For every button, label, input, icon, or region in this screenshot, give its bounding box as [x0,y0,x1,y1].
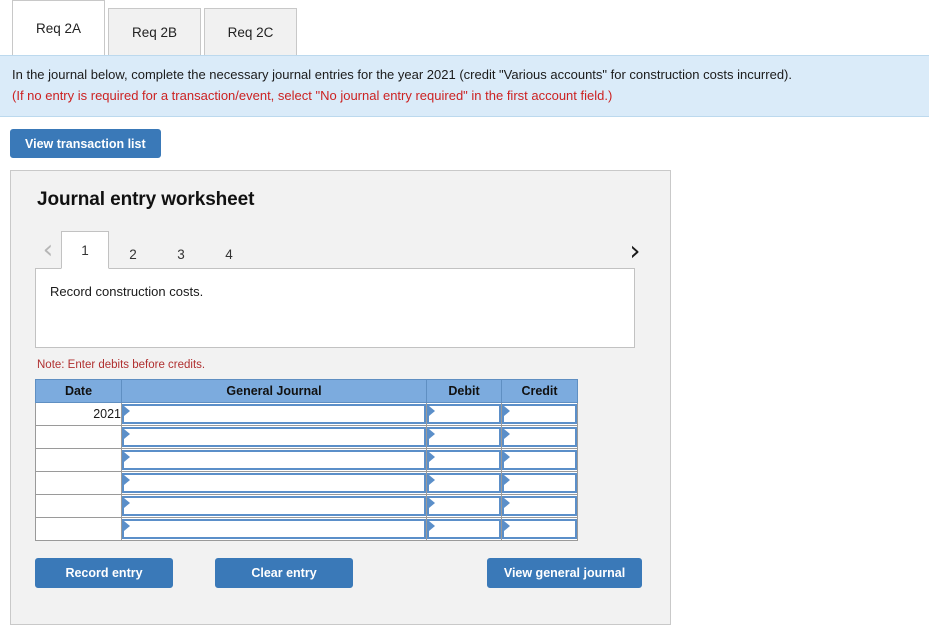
general-journal-cell[interactable] [121,494,427,518]
worksheet-pager: ‹ 1 2 3 4 › [35,231,648,269]
instruction-line-2: (If no entry is required for a transacti… [12,88,613,103]
credit-cell[interactable] [501,448,578,472]
debit-cell[interactable] [426,425,502,449]
credit-cell[interactable] [501,425,578,449]
worksheet-page-4-label: 4 [225,247,233,262]
credit-input[interactable] [502,496,577,516]
date-cell[interactable] [35,425,122,449]
date-cell[interactable]: 2021 [35,402,122,426]
debit-input[interactable] [427,450,501,470]
table-row [35,517,578,541]
view-transaction-list-label: View transaction list [25,136,146,151]
credit-input[interactable] [502,473,577,493]
table-header-row: Date General Journal Debit Credit [35,379,578,403]
tab-req-2b[interactable]: Req 2B [108,8,201,55]
general-journal-cell[interactable] [121,517,427,541]
debit-input[interactable] [427,404,501,424]
worksheet-page-2[interactable]: 2 [109,239,157,269]
general-journal-cell[interactable] [121,448,427,472]
instruction-banner: In the journal below, complete the neces… [0,55,929,117]
tab-req-2a-label: Req 2A [35,20,82,36]
general-journal-input[interactable] [122,473,426,493]
debit-input[interactable] [427,519,501,539]
table-row [35,448,578,472]
debit-cell[interactable] [426,471,502,495]
column-header-general-journal: General Journal [121,379,427,403]
requirement-tabs: Req 2A Req 2B Req 2C [0,0,929,55]
credit-cell[interactable] [501,494,578,518]
general-journal-input[interactable] [122,427,426,447]
credit-input[interactable] [502,519,577,539]
instruction-line-1: In the journal below, complete the neces… [12,67,792,82]
worksheet-title: Journal entry worksheet [37,189,255,210]
credit-cell[interactable] [501,402,578,426]
chevron-left-icon[interactable]: ‹ [35,237,61,269]
debit-input[interactable] [427,427,501,447]
journal-entry-table: Date General Journal Debit Credit 2021 [35,379,578,541]
tab-req-2c[interactable]: Req 2C [204,8,297,55]
view-general-journal-button[interactable]: View general journal [487,558,642,588]
general-journal-input[interactable] [122,450,426,470]
column-header-credit: Credit [501,379,578,403]
table-row: 2021 [35,402,578,426]
worksheet-page-1-label: 1 [81,242,89,258]
debit-cell[interactable] [426,517,502,541]
credit-cell[interactable] [501,471,578,495]
date-cell[interactable] [35,448,122,472]
debit-input[interactable] [427,473,501,493]
date-cell[interactable] [35,494,122,518]
worksheet-page-3[interactable]: 3 [157,239,205,269]
worksheet-actions: Record entry Clear entry View general jo… [35,558,648,590]
debit-input[interactable] [427,496,501,516]
credit-input[interactable] [502,404,577,424]
table-row [35,471,578,495]
worksheet-description-text: Record construction costs. [50,284,204,299]
general-journal-cell[interactable] [121,425,427,449]
debit-cell[interactable] [426,494,502,518]
general-journal-input[interactable] [122,519,426,539]
credit-cell[interactable] [501,517,578,541]
chevron-right-icon[interactable]: › [622,237,648,269]
column-header-date: Date [35,379,122,403]
clear-entry-button[interactable]: Clear entry [215,558,353,588]
credit-input[interactable] [502,427,577,447]
debit-cell[interactable] [426,448,502,472]
worksheet-page-1[interactable]: 1 [61,231,109,269]
worksheet-description-box: Record construction costs. [35,268,635,348]
credit-input[interactable] [502,450,577,470]
general-journal-cell[interactable] [121,402,427,426]
table-row [35,494,578,518]
view-general-journal-label: View general journal [503,566,626,580]
tab-req-2b-label: Req 2B [131,24,178,40]
table-row [35,425,578,449]
general-journal-input[interactable] [122,496,426,516]
record-entry-label: Record entry [65,566,143,580]
journal-entry-worksheet-panel: Journal entry worksheet ‹ 1 2 3 4 › Reco… [10,170,671,625]
worksheet-page-3-label: 3 [177,247,185,262]
date-cell[interactable] [35,517,122,541]
clear-entry-label: Clear entry [251,566,317,580]
view-transaction-list-button[interactable]: View transaction list [10,129,161,158]
record-entry-button[interactable]: Record entry [35,558,173,588]
tab-req-2a[interactable]: Req 2A [12,0,105,55]
debits-before-credits-note: Note: Enter debits before credits. [37,359,206,371]
worksheet-page-2-label: 2 [129,247,137,262]
debit-cell[interactable] [426,402,502,426]
tab-req-2c-label: Req 2C [227,24,274,40]
general-journal-cell[interactable] [121,471,427,495]
toolbar: View transaction list [0,117,929,158]
date-cell[interactable] [35,471,122,495]
general-journal-input[interactable] [122,404,426,424]
column-header-debit: Debit [426,379,502,403]
worksheet-page-4[interactable]: 4 [205,239,253,269]
